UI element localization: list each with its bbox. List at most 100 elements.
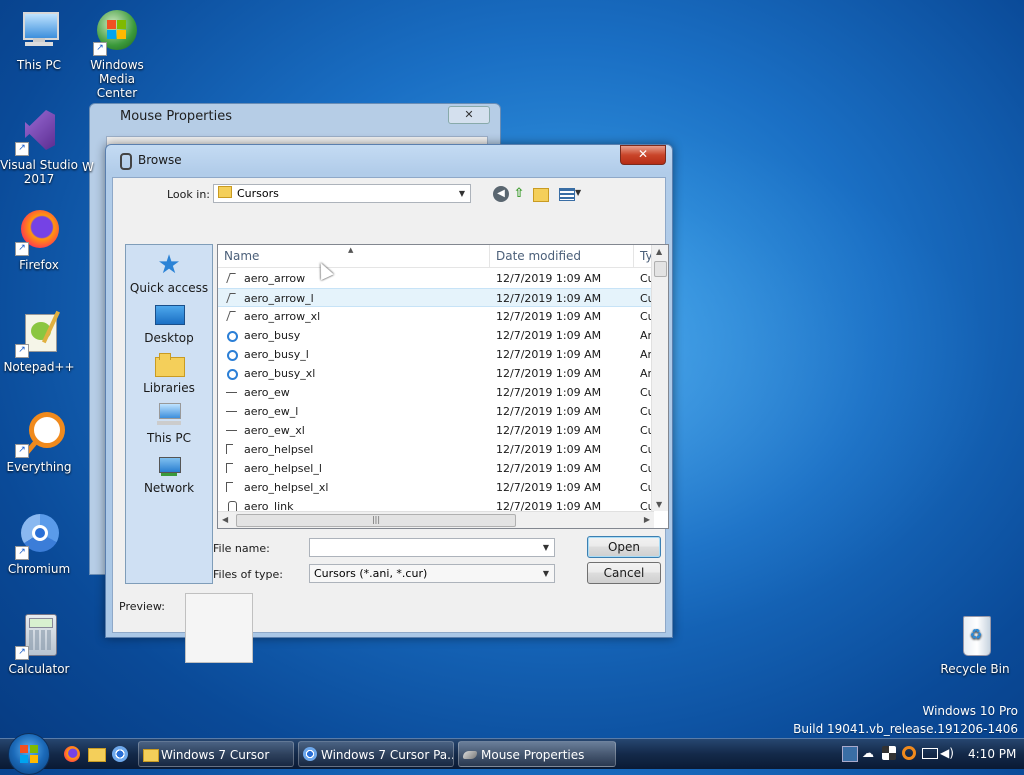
file-row[interactable]: aero_helpsel_l 12/7/2019 1:09 AM Cu (218, 459, 654, 478)
file-row[interactable]: aero_ew_xl 12/7/2019 1:09 AM Cu (218, 421, 654, 440)
desktop-icon-notepad-plus-plus[interactable]: ↗ Notepad++ (0, 310, 78, 374)
file-row[interactable]: aero_busy_l 12/7/2019 1:09 AM Ar (218, 345, 654, 364)
file-list[interactable]: Name ▲ Date modified Ty aero_arrow 12/7/2… (217, 244, 669, 529)
place-desktop[interactable]: Desktop (126, 303, 212, 345)
look-in-combo[interactable]: Cursors ▼ (213, 184, 471, 203)
scroll-right-icon[interactable]: ▶ (644, 515, 650, 524)
desktop-icon-windows-media-center[interactable]: ↗ Windows Media Center (78, 8, 156, 100)
chevron-down-icon: ▼ (542, 569, 550, 578)
browse-dialog[interactable]: Browse ✕ Look in: Cursors ▼ ◀ ⇧ ▼ ★ Quic… (105, 144, 673, 663)
firefox-icon[interactable] (64, 746, 80, 762)
scroll-left-icon[interactable]: ◀ (222, 515, 228, 524)
file-name-input[interactable]: ▼ (309, 538, 555, 557)
place-network[interactable]: Network (126, 453, 212, 495)
desktop-icon-visual-studio[interactable]: ↗ Visual Studio 2017 (0, 108, 78, 186)
place-label: Network (143, 481, 195, 495)
firefox-icon: ↗ (15, 208, 63, 256)
file-row[interactable]: aero_ew 12/7/2019 1:09 AM Cu (218, 383, 654, 402)
date-modified-cell: 12/7/2019 1:09 AM (496, 292, 602, 305)
sort-arrow-icon: ▲ (348, 246, 354, 254)
windows-build-watermark: Build 19041.vb_release.191206-1406 (793, 722, 1018, 736)
desktop-icon-firefox[interactable]: ↗ Firefox (0, 208, 78, 272)
taskbar: Windows 7 Cursor Windows 7 Cursor Pa... … (0, 733, 1024, 775)
up-folder-icon[interactable]: ⇧ (511, 186, 527, 202)
file-row[interactable]: aero_busy 12/7/2019 1:09 AM Ar (218, 326, 654, 345)
file-name-label: File name: (213, 542, 270, 555)
tray-search-icon[interactable] (902, 746, 916, 760)
file-row[interactable]: aero_busy_xl 12/7/2019 1:09 AM Ar (218, 364, 654, 383)
file-row[interactable]: aero_helpsel 12/7/2019 1:09 AM Cu (218, 440, 654, 459)
mouse-properties-close-button[interactable]: ✕ (448, 106, 490, 124)
scroll-up-icon[interactable]: ▲ (656, 247, 662, 256)
tray-volume-icon[interactable]: ◀) (940, 746, 954, 760)
taskbar-clock[interactable]: 4:10 PM (968, 747, 1016, 761)
tray-network-icon[interactable] (922, 748, 938, 759)
ew-cursor-icon (226, 430, 237, 432)
browse-body: Look in: Cursors ▼ ◀ ⇧ ▼ ★ Quick access … (112, 177, 669, 663)
file-list-header: Name ▲ Date modified Ty (218, 245, 654, 268)
tray-cloud-icon[interactable]: ☁ (862, 746, 876, 760)
places-bar: ★ Quick access Desktop Libraries This PC… (125, 244, 213, 584)
place-this-pc[interactable]: This PC (126, 403, 212, 445)
file-row[interactable]: aero_ew_l 12/7/2019 1:09 AM Cu (218, 402, 654, 421)
desktop-icon-everything[interactable]: ↗ Everything (0, 410, 78, 474)
taskbar-item-windows-7-cursor[interactable]: Windows 7 Cursor (138, 741, 294, 767)
view-menu-chevron-icon[interactable]: ▼ (575, 188, 581, 197)
file-row[interactable]: aero_arrow 12/7/2019 1:09 AM Cu (218, 269, 654, 288)
cancel-button[interactable]: Cancel (587, 562, 661, 584)
start-button[interactable] (8, 733, 50, 775)
close-button[interactable]: ✕ (620, 145, 666, 165)
shortcut-arrow-icon: ↗ (15, 344, 29, 358)
desktop-icon-label: Calculator (8, 662, 70, 676)
libraries-icon (155, 353, 185, 377)
arrow-cursor-icon (226, 311, 236, 321)
ew-cursor-icon (226, 411, 237, 413)
desktop-icon-this-pc[interactable]: This PC (0, 8, 78, 72)
chevron-down-icon[interactable]: ▼ (540, 539, 552, 556)
file-name-cell: aero_helpsel (244, 443, 314, 456)
back-icon[interactable]: ◀ (493, 186, 509, 202)
shortcut-arrow-icon: ↗ (93, 42, 107, 56)
scroll-down-icon[interactable]: ▼ (656, 500, 662, 509)
place-quick-access[interactable]: ★ Quick access (126, 250, 212, 295)
chromium-icon (303, 747, 317, 761)
mouse-properties-title: Mouse Properties (120, 109, 233, 124)
arrow-cursor-icon (226, 273, 236, 283)
file-row[interactable]: aero_arrow_l 12/7/2019 1:09 AM Cu (218, 288, 654, 307)
horizontal-scroll-thumb[interactable]: ||| (236, 514, 516, 527)
place-label: Quick access (129, 281, 209, 295)
paperclip-icon (120, 153, 132, 170)
date-modified-cell: 12/7/2019 1:09 AM (496, 367, 602, 380)
desktop-icon-label: Recycle Bin (940, 662, 1010, 676)
desktop-icon-recycle-bin[interactable]: ♻ Recycle Bin (936, 612, 1014, 676)
file-explorer-icon[interactable] (88, 748, 106, 762)
horizontal-scrollbar[interactable]: ◀ ||| ▶ (218, 511, 654, 528)
taskbar-item-windows-7-cursor-page[interactable]: Windows 7 Cursor Pa... (298, 741, 454, 767)
shortcut-arrow-icon: ↗ (15, 546, 29, 560)
chromium-icon[interactable] (112, 746, 128, 762)
open-button[interactable]: Open (587, 536, 661, 558)
file-name-cell: aero_arrow_xl (244, 310, 321, 323)
ew-cursor-icon (226, 392, 237, 394)
busy-cursor-icon (227, 331, 238, 342)
file-row[interactable]: aero_helpsel_xl 12/7/2019 1:09 AM Cu (218, 478, 654, 497)
tray-app-icon[interactable] (842, 746, 858, 762)
column-header-date[interactable]: Date modified (490, 245, 634, 267)
place-libraries[interactable]: Libraries (126, 353, 212, 395)
file-row[interactable]: aero_arrow_xl 12/7/2019 1:09 AM Cu (218, 307, 654, 326)
desktop-icon-label: Chromium (7, 562, 71, 576)
date-modified-cell: 12/7/2019 1:09 AM (496, 424, 602, 437)
files-of-type-select[interactable]: Cursors (*.ani, *.cur) ▼ (309, 564, 555, 583)
star-icon: ★ (157, 250, 181, 280)
view-menu-icon[interactable] (559, 188, 575, 201)
tray-security-icon[interactable] (882, 746, 896, 760)
new-folder-icon[interactable] (533, 188, 549, 202)
network-icon (155, 453, 183, 477)
vertical-scroll-thumb[interactable] (654, 261, 667, 277)
look-in-label: Look in: (167, 188, 210, 201)
shortcut-arrow-icon: ↗ (15, 242, 29, 256)
desktop-icon-calculator[interactable]: ↗ Calculator (0, 612, 78, 676)
taskbar-item-mouse-properties[interactable]: Mouse Properties (458, 741, 616, 767)
vertical-scrollbar[interactable]: ▲ ▼ (651, 245, 668, 511)
desktop-icon-chromium[interactable]: ↗ Chromium (0, 512, 78, 576)
